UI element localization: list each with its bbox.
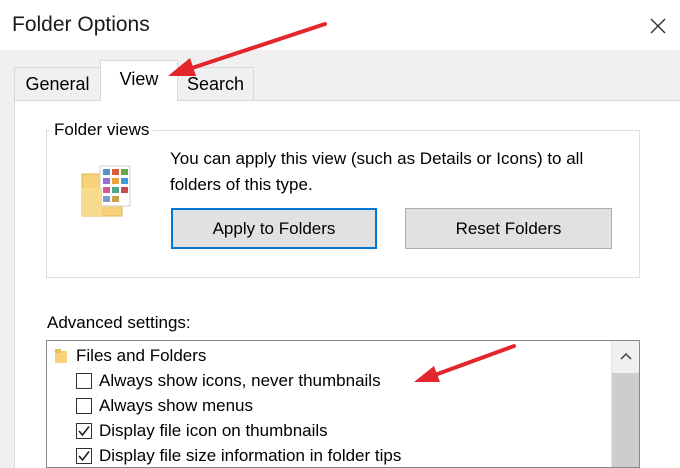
tab-general-label: General (25, 74, 90, 94)
chevron-up-icon (619, 352, 632, 360)
checkbox[interactable] (76, 398, 92, 414)
title-bar: Folder Options (0, 0, 680, 50)
checkbox-checked[interactable] (76, 448, 92, 464)
list-item-label: Display file icon on thumbnails (99, 421, 328, 440)
tab-view[interactable]: View (100, 60, 178, 101)
scroll-up-button[interactable] (612, 341, 639, 371)
window-title: Folder Options (12, 13, 150, 36)
close-icon (650, 18, 666, 34)
apply-to-folders-button[interactable]: Apply to Folders (171, 208, 377, 249)
list-item-label: Always show menus (99, 396, 254, 415)
checkmark-icon (78, 426, 90, 437)
checkmark-icon (78, 451, 90, 462)
list-item-label: Files and Folders (76, 346, 207, 365)
tab-general[interactable]: General (14, 67, 101, 101)
checkbox-checked[interactable] (76, 423, 92, 439)
reset-folders-button[interactable]: Reset Folders (405, 208, 612, 249)
advanced-settings-list[interactable]: Files and Folders Always show icons, nev… (46, 340, 640, 468)
folder-icon (55, 349, 67, 363)
folder-views-label: Folder views (50, 120, 154, 140)
scrollbar-thumb[interactable] (612, 373, 639, 467)
vertical-scrollbar[interactable] (611, 341, 639, 467)
tab-view-label: View (119, 69, 159, 89)
checkbox[interactable] (76, 373, 92, 389)
list-item-label: Always show icons, never thumbnails (99, 371, 381, 390)
advanced-settings-label: Advanced settings: (47, 313, 191, 332)
list-item-label: Display file size information in folder … (99, 446, 402, 465)
folder-views-icon (80, 164, 134, 225)
tab-search-label: Search (186, 74, 245, 94)
tab-search[interactable]: Search (177, 67, 254, 101)
folder-views-description: You can apply this view (such as Details… (170, 149, 584, 194)
close-button[interactable] (640, 8, 676, 44)
